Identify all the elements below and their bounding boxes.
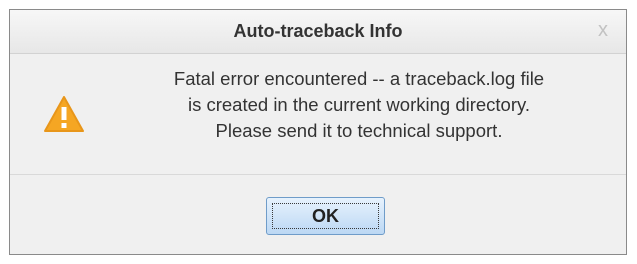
message-line: Please send it to technical support. [215,120,503,141]
ok-button[interactable]: OK [266,197,385,235]
ok-button-label: OK [312,206,339,226]
dialog-title: Auto-traceback Info [233,21,403,41]
warning-icon [43,95,85,133]
error-message: Fatal error encountered -- a traceback.l… [106,66,612,144]
dialog-footer: OK [10,175,626,254]
dialog-body: Fatal error encountered -- a traceback.l… [10,54,626,174]
error-dialog: Auto-traceback Info x Fatal error encoun… [9,9,627,255]
message-line: is created in the current working direct… [187,94,531,115]
close-button[interactable]: x [592,19,614,41]
dialog-titlebar[interactable]: Auto-traceback Info x [10,10,626,54]
message-line: Fatal error encountered -- a traceback.l… [173,68,545,89]
